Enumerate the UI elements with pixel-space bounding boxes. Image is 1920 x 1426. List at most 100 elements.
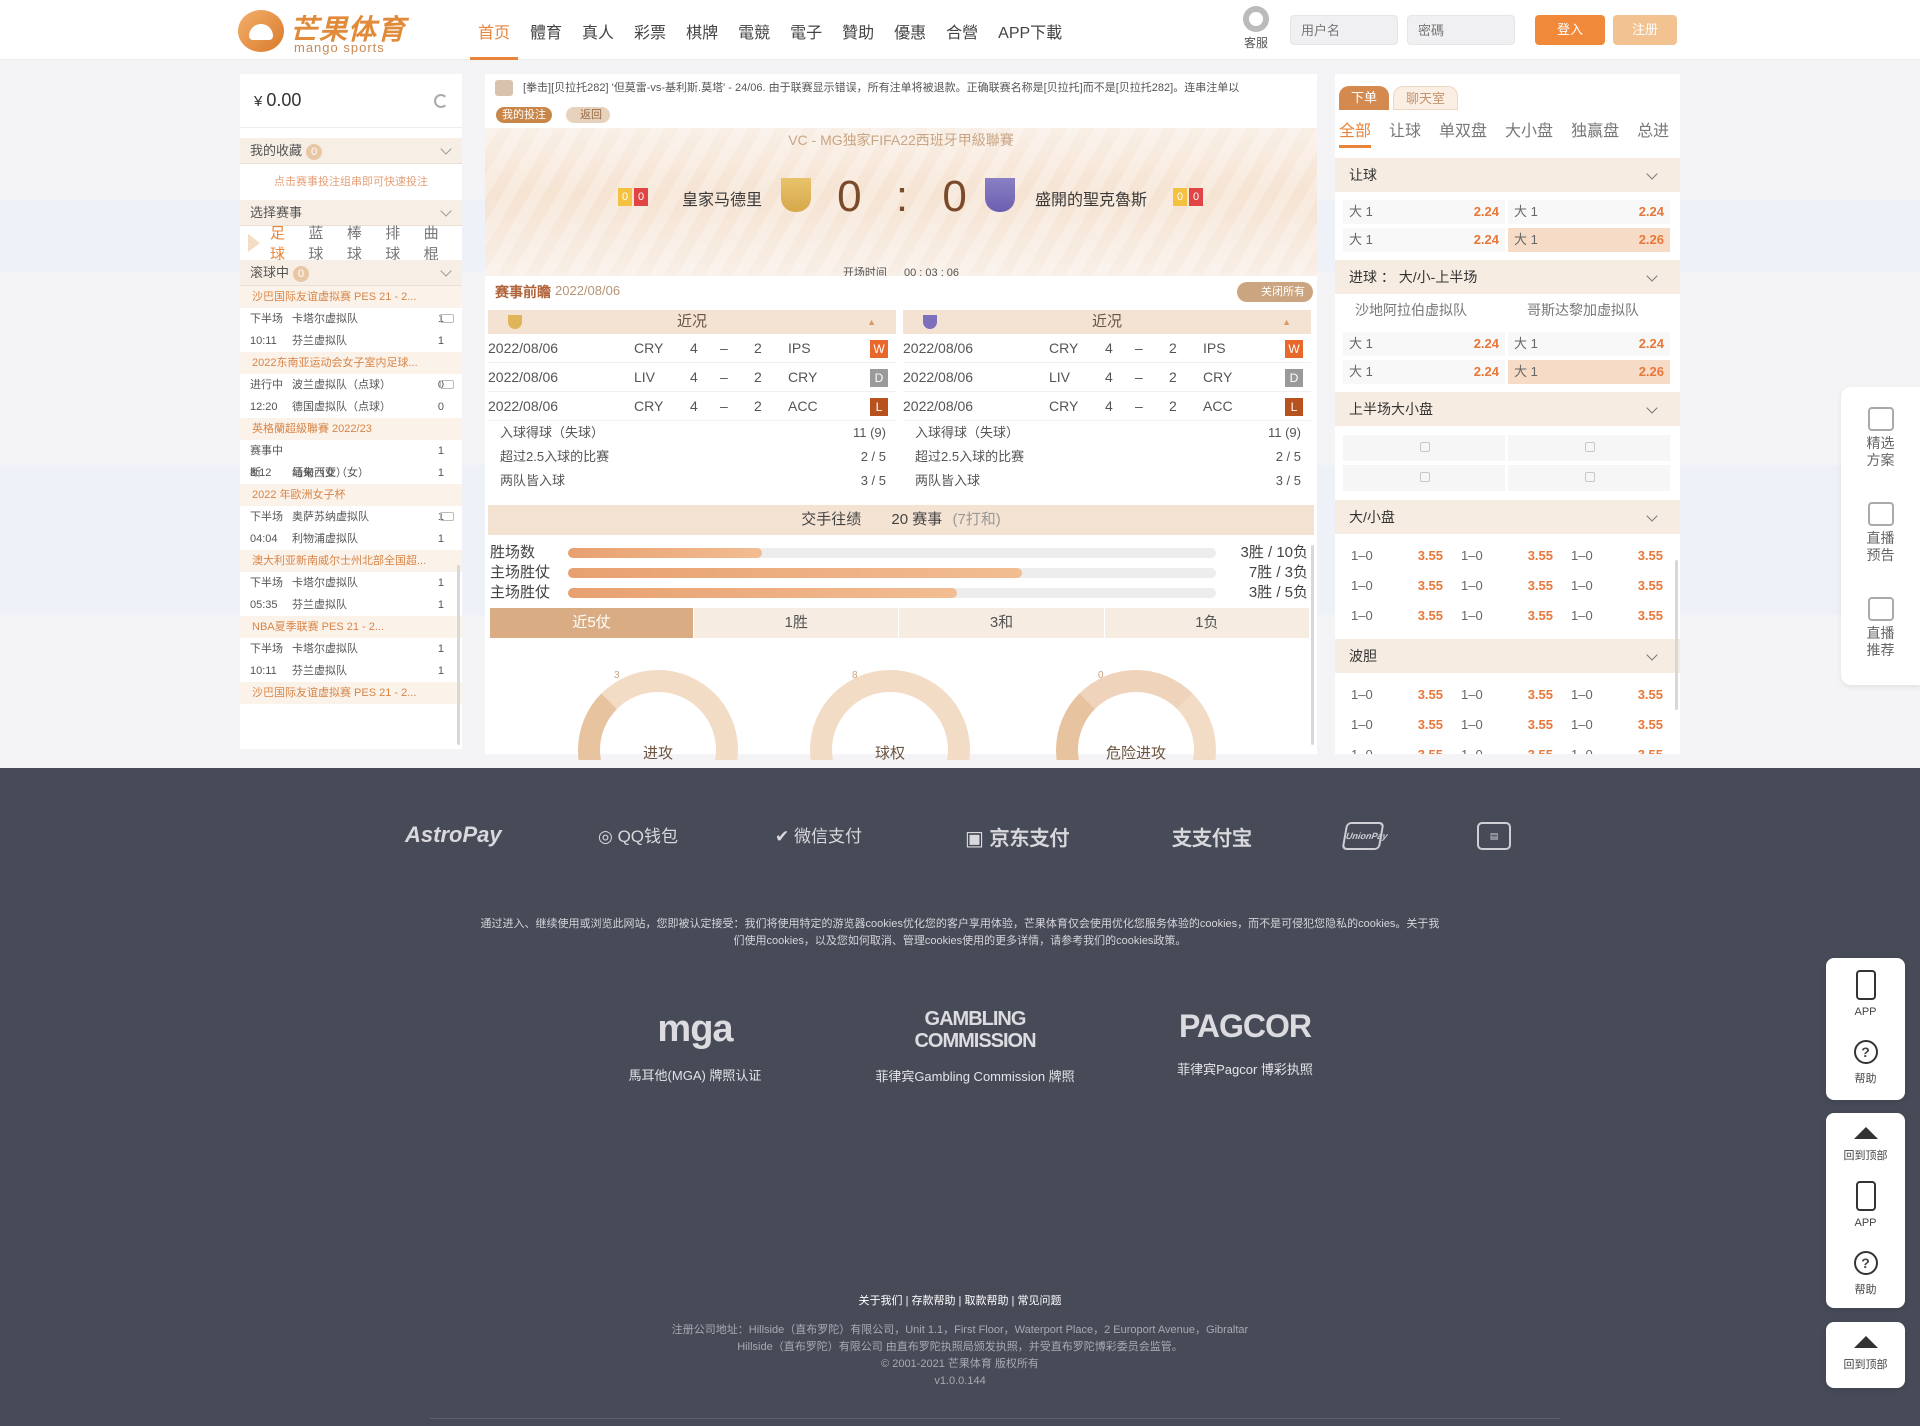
my-bets-button[interactable]: 我的投注 bbox=[496, 107, 552, 123]
filter-all[interactable]: 全部 bbox=[1339, 117, 1372, 148]
league-header[interactable]: 沙巴国际友谊虚拟赛 PES 21 - 2... bbox=[240, 682, 462, 704]
filter-over-under[interactable]: 大小盘 bbox=[1505, 117, 1553, 148]
password-input[interactable] bbox=[1407, 15, 1515, 45]
app-button[interactable]: APP bbox=[1826, 970, 1905, 1018]
odds-cell[interactable]: 大 1 2.24 bbox=[1343, 332, 1505, 356]
odds-cell[interactable]: 大 1 2.26 bbox=[1508, 360, 1670, 384]
nav-home[interactable]: 首页 bbox=[470, 0, 519, 60]
close-all-button[interactable]: 关闭所有 bbox=[1237, 282, 1313, 302]
tab-place-bet[interactable]: 下单 bbox=[1339, 86, 1390, 110]
live-stream-icon[interactable] bbox=[440, 380, 454, 389]
back-to-top-button[interactable]: 回到顶部 bbox=[1826, 1336, 1905, 1372]
app-button[interactable]: APP bbox=[1826, 1181, 1905, 1229]
league-header[interactable]: 2022 年歐洲女子杯 bbox=[240, 484, 462, 506]
middle-scrollbar[interactable] bbox=[1311, 545, 1314, 745]
odds-cell[interactable]: 1–0 3.55 bbox=[1343, 712, 1453, 738]
odds-cell[interactable]: 大 1 2.24 bbox=[1343, 360, 1505, 384]
odds-cell[interactable]: 1–0 3.55 bbox=[1343, 573, 1453, 599]
filter-total-goals[interactable]: 总进 bbox=[1637, 117, 1669, 148]
odds-cell[interactable]: 1–0 3.55 bbox=[1343, 742, 1453, 754]
match-row[interactable]: 12:20 德国虚拟队（点球） 0 bbox=[240, 396, 462, 418]
match-row[interactable]: 下半场 卡塔尔虚拟队 1 bbox=[240, 572, 462, 594]
username-input[interactable] bbox=[1290, 15, 1398, 45]
match-row[interactable]: 10:11 芬兰虚拟队 1 bbox=[240, 660, 462, 682]
register-button[interactable]: 注册 bbox=[1613, 15, 1677, 45]
sport-tab-hockey[interactable]: 曲棍 bbox=[424, 222, 452, 264]
odds-cell[interactable]: 1–0 3.55 bbox=[1453, 543, 1563, 569]
filter-odd-even[interactable]: 单双盘 bbox=[1439, 117, 1487, 148]
sport-tab-football[interactable]: 足球 bbox=[270, 222, 298, 264]
market-header-handicap[interactable]: 让球 bbox=[1335, 158, 1680, 192]
live-preview-button[interactable]: 直播预告 bbox=[1841, 502, 1920, 564]
odds-cell[interactable]: 1–0 3.55 bbox=[1343, 682, 1453, 708]
tab-draws[interactable]: 3和 bbox=[899, 608, 1105, 638]
help-button[interactable]: ? 帮助 bbox=[1826, 1040, 1905, 1086]
live-stream-icon[interactable] bbox=[440, 314, 454, 323]
odds-cell[interactable]: 大 1 2.26 bbox=[1508, 228, 1670, 252]
odds-cell[interactable]: 1–0 3.55 bbox=[1453, 712, 1563, 738]
tab-chat-room[interactable]: 聊天室 bbox=[1393, 86, 1459, 110]
odds-cell[interactable]: 大 1 2.24 bbox=[1508, 332, 1670, 356]
match-row[interactable]: 04:04 利物浦虚拟队 1 bbox=[240, 528, 462, 550]
odds-cell[interactable]: 1–0 3.55 bbox=[1453, 573, 1563, 599]
back-button[interactable]: 返回 bbox=[566, 107, 610, 123]
nav-slots[interactable]: 電子 bbox=[782, 0, 830, 60]
nav-affiliate[interactable]: 合營 bbox=[938, 0, 986, 60]
odds-cell[interactable]: 1–0 3.55 bbox=[1563, 543, 1673, 569]
odds-cell[interactable]: 1–0 3.55 bbox=[1563, 603, 1673, 629]
nav-sports[interactable]: 體育 bbox=[522, 0, 570, 60]
nav-esports[interactable]: 電競 bbox=[730, 0, 778, 60]
live-header[interactable]: 滚球中 0 bbox=[240, 260, 462, 286]
live-recommend-button[interactable]: 直播推荐 bbox=[1841, 597, 1920, 659]
match-row[interactable]: 8:12 缅甸（女） 1 bbox=[240, 462, 462, 484]
league-header[interactable]: 2022东南亚运动会女子室内足球... bbox=[240, 352, 462, 374]
nav-lottery[interactable]: 彩票 bbox=[626, 0, 674, 60]
help-button[interactable]: ? 帮助 bbox=[1826, 1251, 1905, 1297]
odds-cell[interactable]: 1–0 3.55 bbox=[1453, 603, 1563, 629]
match-row[interactable]: 下半场 卡塔尔虚拟队 1 bbox=[240, 638, 462, 660]
customer-service-button[interactable]: 客服 bbox=[1238, 6, 1274, 51]
tab-last-5[interactable]: 近5仗 bbox=[490, 608, 694, 638]
odds-cell[interactable]: 大 1 2.24 bbox=[1508, 200, 1670, 224]
match-row[interactable]: 赛事中断 马来西亚（女） 1 bbox=[240, 440, 462, 479]
league-header[interactable]: 沙巴国际友谊虚拟赛 PES 21 - 2... bbox=[240, 286, 462, 308]
filter-moneyline[interactable]: 独赢盘 bbox=[1571, 117, 1619, 148]
market-header-over-under[interactable]: 大/小盘 bbox=[1335, 500, 1680, 534]
left-scrollbar[interactable] bbox=[457, 565, 460, 745]
odds-cell[interactable]: 1–0 3.55 bbox=[1453, 682, 1563, 708]
sport-tab-volleyball[interactable]: 排球 bbox=[385, 222, 413, 264]
nav-promotions[interactable]: 優惠 bbox=[886, 0, 934, 60]
odds-cell[interactable]: 1–0 3.55 bbox=[1563, 742, 1673, 754]
sport-tab-baseball[interactable]: 棒球 bbox=[347, 222, 375, 264]
footer-links[interactable]: 关于我们 | 存款帮助 | 取款帮助 | 常见问题 bbox=[0, 1292, 1920, 1308]
odds-cell[interactable]: 1–0 3.55 bbox=[1563, 573, 1673, 599]
filter-handicap[interactable]: 让球 bbox=[1389, 117, 1421, 148]
favorites-header[interactable]: 我的收藏 0 bbox=[240, 138, 462, 164]
odds-cell[interactable]: 1–0 3.55 bbox=[1453, 742, 1563, 754]
site-logo[interactable]: 芒果体育 mango sports bbox=[238, 8, 418, 55]
match-row[interactable]: 进行中 波兰虚拟队（点球） 0 bbox=[240, 374, 462, 396]
tab-wins[interactable]: 1胜 bbox=[694, 608, 900, 638]
odds-cell[interactable]: 1–0 3.55 bbox=[1343, 603, 1453, 629]
market-header-first-half[interactable]: 上半场大小盘 bbox=[1335, 392, 1680, 426]
odds-cell[interactable]: 大 1 2.24 bbox=[1343, 228, 1505, 252]
league-header[interactable]: 澳大利亚新南威尔士州北部全国超... bbox=[240, 550, 462, 572]
odds-cell[interactable]: 1–0 3.55 bbox=[1343, 543, 1453, 569]
right-scrollbar[interactable] bbox=[1675, 560, 1678, 710]
featured-plans-button[interactable]: 精选方案 bbox=[1841, 407, 1920, 469]
live-stream-icon[interactable] bbox=[440, 512, 454, 521]
match-row[interactable]: 下半场 卡塔尔虚拟队 1 bbox=[240, 308, 462, 330]
sport-tab-basketball[interactable]: 蓝球 bbox=[308, 222, 336, 264]
odds-cell[interactable]: 1–0 3.55 bbox=[1563, 712, 1673, 738]
odds-cell[interactable]: 大 1 2.24 bbox=[1343, 200, 1505, 224]
collapse-caret-icon[interactable]: ▲ bbox=[1282, 310, 1291, 334]
login-button[interactable]: 登入 bbox=[1535, 15, 1605, 45]
tab-losses[interactable]: 1负 bbox=[1105, 608, 1310, 638]
odds-cell[interactable]: 1–0 3.55 bbox=[1563, 682, 1673, 708]
back-to-top-button[interactable]: 回到顶部 bbox=[1826, 1127, 1905, 1163]
nav-sponsor[interactable]: 贊助 bbox=[834, 0, 882, 60]
market-header-correct-score[interactable]: 波胆 bbox=[1335, 639, 1680, 673]
collapse-caret-icon[interactable]: ▲ bbox=[867, 310, 876, 334]
match-row[interactable]: 05:35 芬兰虚拟队 1 bbox=[240, 594, 462, 616]
nav-cards[interactable]: 棋牌 bbox=[678, 0, 726, 60]
